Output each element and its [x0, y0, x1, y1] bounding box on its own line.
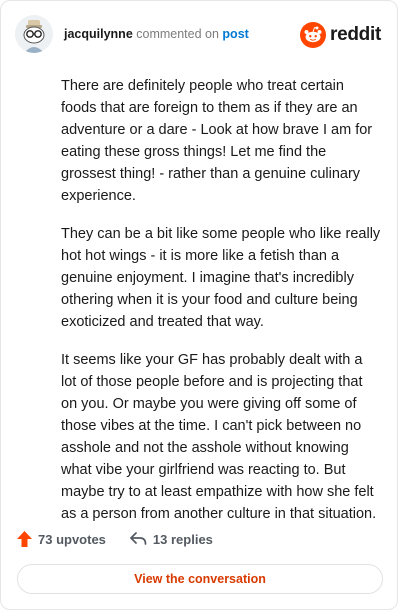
upvotes-stat[interactable]: 73 upvotes [17, 531, 106, 547]
comment-body: There are definitely people who treat ce… [61, 75, 381, 541]
post-link[interactable]: post [222, 27, 248, 41]
view-conversation-button[interactable]: View the conversation [17, 564, 383, 594]
avatar-icon[interactable] [15, 15, 53, 53]
replies-count: 13 replies [152, 531, 213, 547]
comment-card: jacquilynne commented on post reddit The… [0, 0, 398, 610]
comment-meta: jacquilynne commented on post [64, 27, 249, 41]
username-link[interactable]: jacquilynne [64, 27, 133, 41]
comment-paragraph: They can be a bit like some people who l… [61, 226, 381, 330]
upvotes-count: 73 upvotes [38, 531, 106, 547]
comment-paragraph: It seems like your GF has probably dealt… [61, 352, 377, 522]
upvote-arrow-icon [17, 531, 32, 547]
comment-paragraph: There are definitely people who treat ce… [61, 78, 373, 204]
replies-stat[interactable]: 13 replies [130, 532, 213, 547]
brand-name: reddit [330, 24, 381, 45]
comment-header: jacquilynne commented on post reddit [15, 15, 383, 55]
reddit-logo-icon [300, 22, 327, 48]
reply-arrow-icon [130, 532, 147, 545]
action-text: commented on [132, 27, 223, 41]
reddit-brand[interactable]: reddit [300, 21, 381, 49]
comment-footer: 73 upvotes 13 replies [17, 528, 213, 550]
